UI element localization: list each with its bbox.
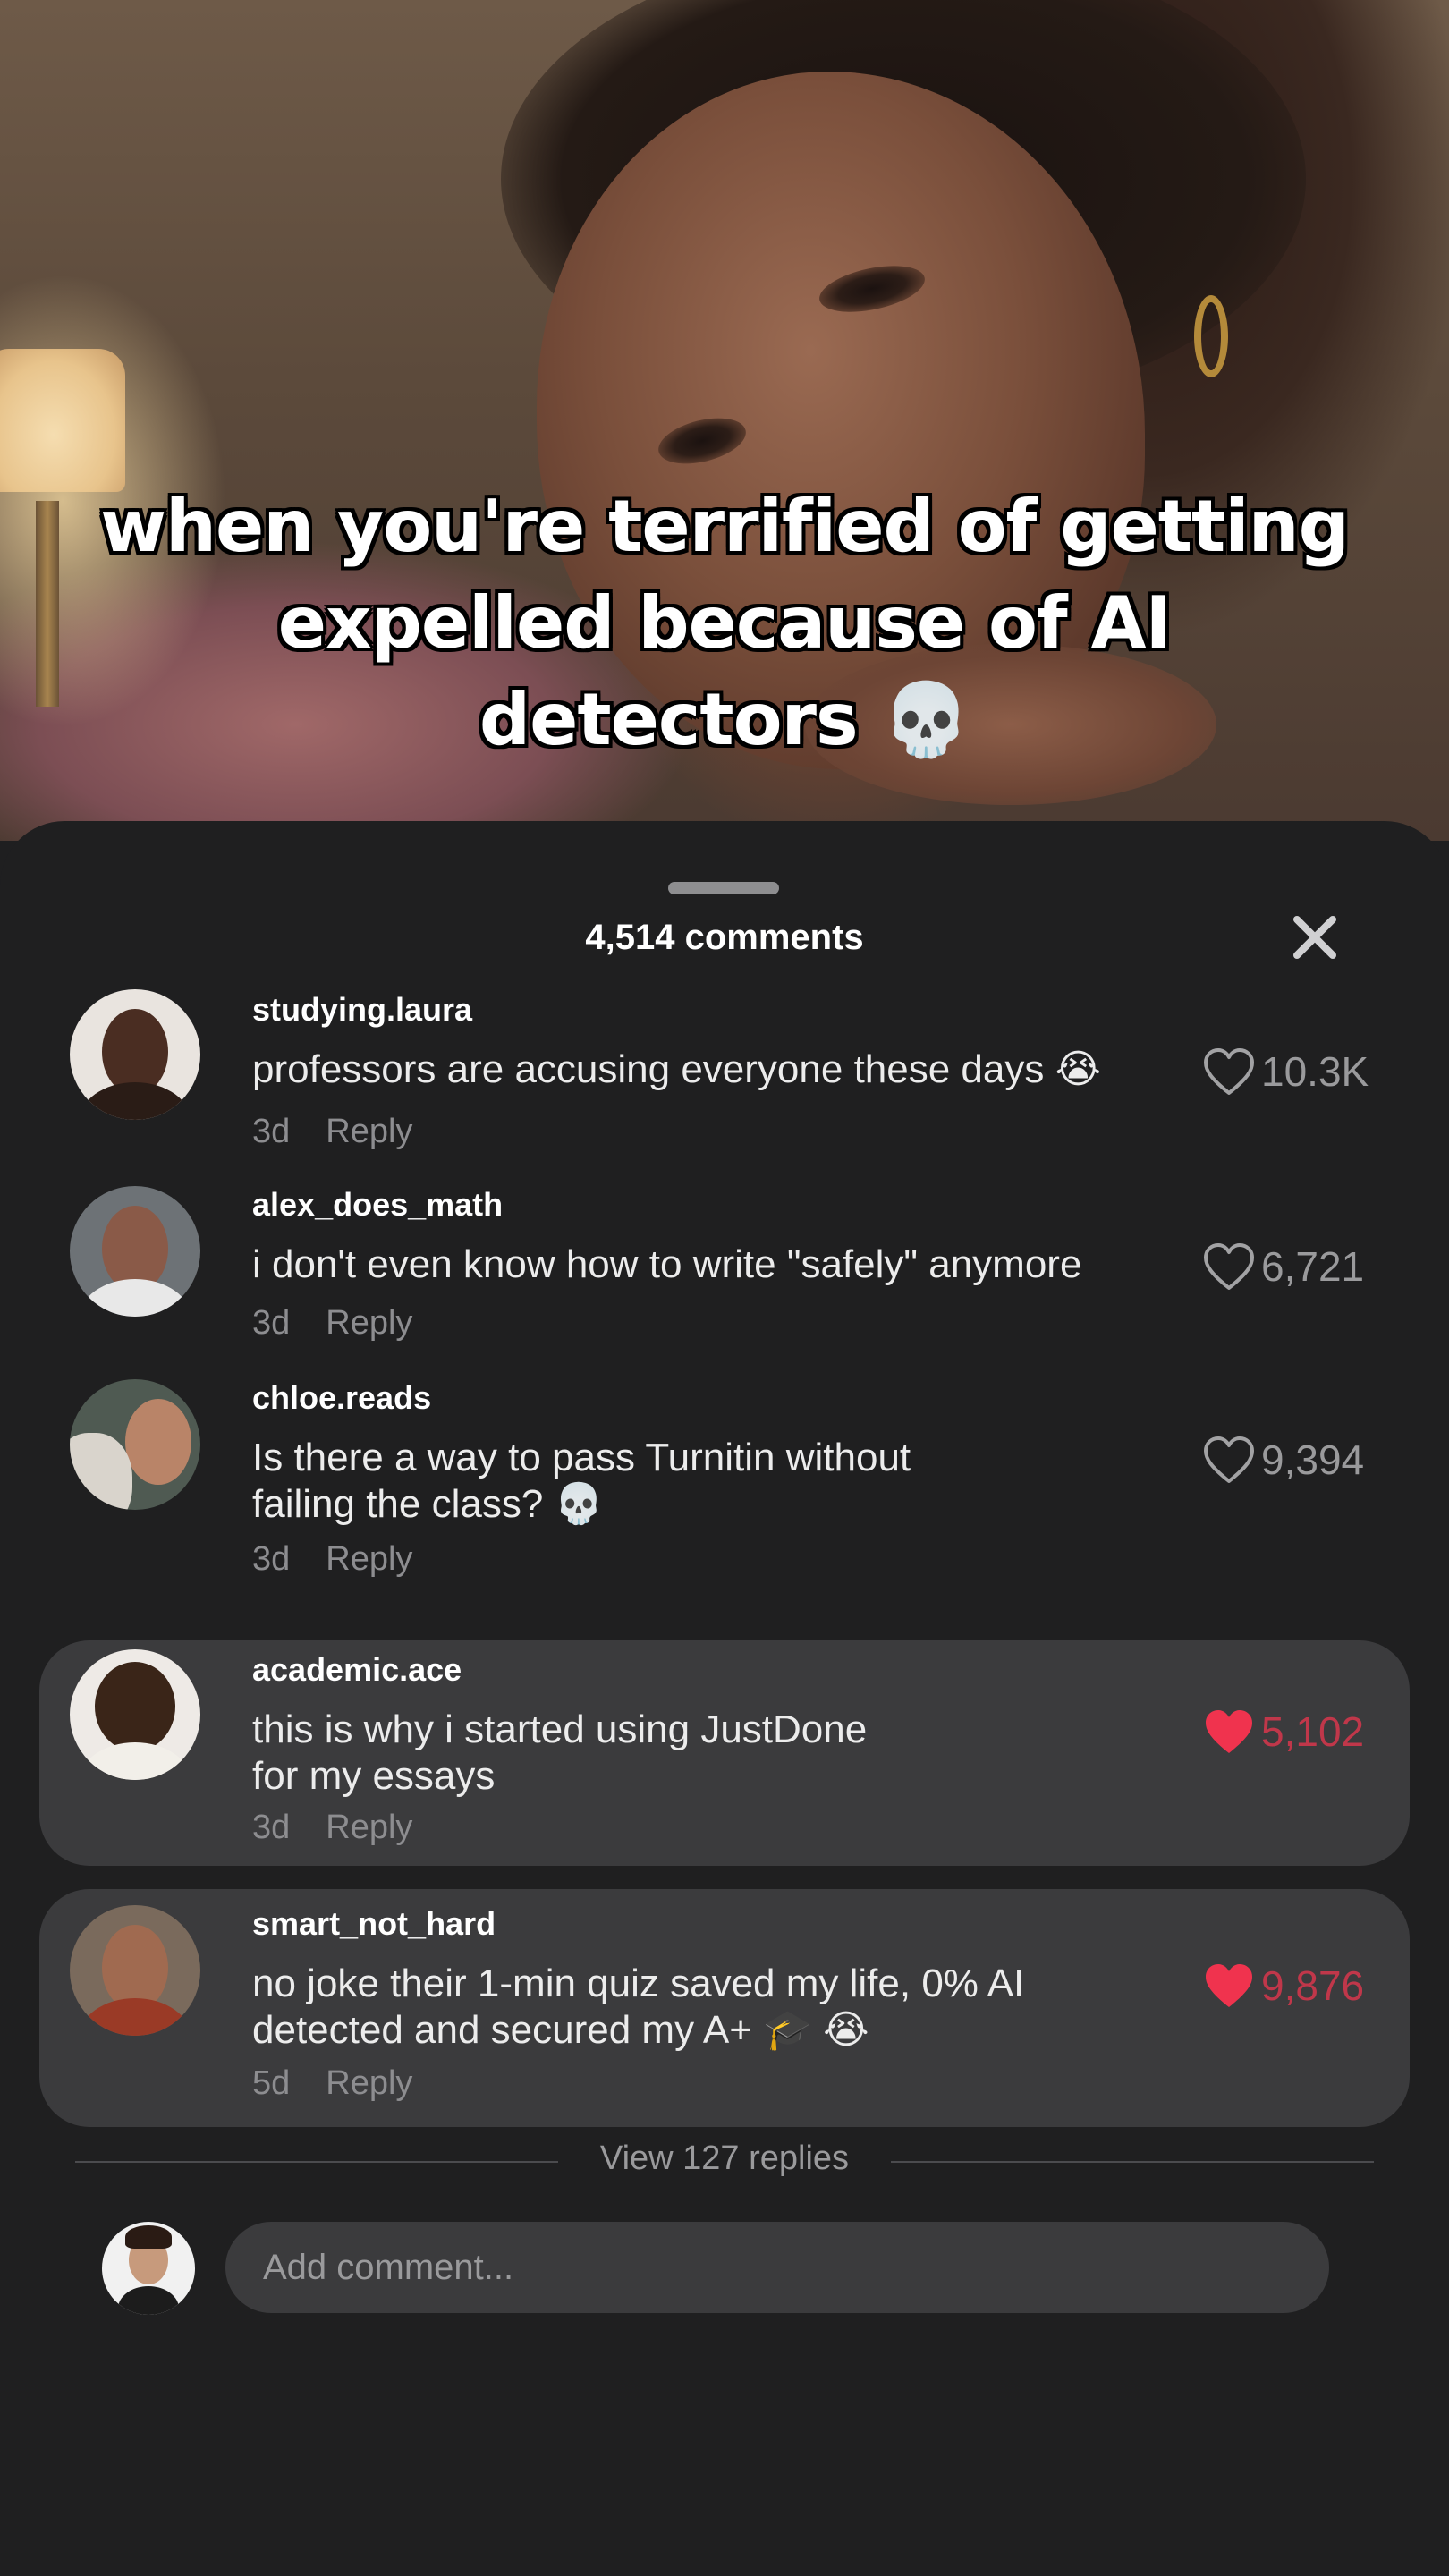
comment-item: alex_does_math i don't even know how to … bbox=[0, 1179, 1449, 1358]
reply-button[interactable]: Reply bbox=[326, 1540, 412, 1578]
add-comment-input[interactable] bbox=[225, 2222, 1329, 2313]
reply-button[interactable]: Reply bbox=[326, 1304, 412, 1342]
like-count: 9,876 bbox=[1261, 1962, 1365, 2009]
comment-item-highlighted: smart_not_hard no joke their 1-min quiz … bbox=[39, 1889, 1410, 2127]
skull-emoji: 💀 bbox=[881, 678, 970, 761]
lamp-shade bbox=[0, 349, 125, 492]
comment-time: 3d bbox=[252, 1809, 291, 1846]
earring-shape bbox=[1194, 295, 1228, 377]
reply-button[interactable]: Reply bbox=[326, 1809, 412, 1846]
like-button[interactable]: 9,394 bbox=[1202, 1435, 1364, 1485]
avatar[interactable] bbox=[70, 1649, 200, 1780]
avatar[interactable] bbox=[70, 1186, 200, 1317]
caption-line-2: expelled because of AI bbox=[277, 581, 1173, 665]
comment-text: Is there a way to pass Turnitin without … bbox=[252, 1435, 1165, 1528]
comment-item: studying.laura professors are accusing e… bbox=[0, 984, 1449, 1163]
comment-username[interactable]: alex_does_math bbox=[252, 1186, 503, 1224]
video-caption: when you're terrified of getting expelle… bbox=[54, 479, 1395, 768]
heart-outline-icon bbox=[1204, 1243, 1254, 1290]
comment-meta: 3d Reply bbox=[252, 1809, 412, 1847]
comment-text: professors are accusing everyone these d… bbox=[252, 1047, 1102, 1091]
comment-text: i don't even know how to write "safely" … bbox=[252, 1242, 1082, 1286]
comment-meta: 3d Reply bbox=[252, 1304, 412, 1343]
caption-line-3-text: detectors bbox=[479, 678, 859, 761]
caption-line-1: when you're terrified of getting bbox=[100, 485, 1350, 568]
comment-item-highlighted: academic.ace this is why i started using… bbox=[39, 1640, 1410, 1866]
comment-time: 3d bbox=[252, 1304, 291, 1342]
like-button[interactable]: 5,102 bbox=[1202, 1707, 1364, 1757]
comment-item: chloe.reads Is there a way to pass Turni… bbox=[0, 1372, 1449, 1587]
drag-handle[interactable] bbox=[668, 882, 779, 894]
avatar[interactable] bbox=[70, 989, 200, 1120]
like-count: 10.3K bbox=[1261, 1048, 1369, 1095]
comment-username[interactable]: studying.laura bbox=[252, 991, 472, 1029]
like-count: 6,721 bbox=[1261, 1243, 1365, 1290]
comments-count-title: 4,514 comments bbox=[585, 918, 864, 957]
comment-username[interactable]: academic.ace bbox=[252, 1651, 462, 1689]
view-replies-button[interactable]: View 127 replies bbox=[0, 2140, 1449, 2178]
caption-line-3: detectors 💀 bbox=[54, 672, 1395, 768]
comment-username[interactable]: smart_not_hard bbox=[252, 1905, 496, 1943]
comment-text-line-1: no joke their 1-min quiz saved my life, … bbox=[252, 1962, 1025, 2005]
like-button[interactable]: 9,876 bbox=[1202, 1961, 1364, 2011]
close-button[interactable] bbox=[1288, 911, 1342, 964]
heart-outline-icon bbox=[1204, 1048, 1254, 1095]
heart-filled-icon bbox=[1206, 1964, 1252, 2007]
comment-text-line-1: this is why i started using JustDone bbox=[252, 1707, 868, 1751]
comment-text-line-2: detected and secured my A+ 🎓 😭 bbox=[252, 2008, 869, 2052]
like-button[interactable]: 6,721 bbox=[1202, 1241, 1364, 1292]
like-count: 9,394 bbox=[1261, 1436, 1365, 1483]
avatar[interactable] bbox=[70, 1379, 200, 1510]
comment-text: this is why i started using JustDone for… bbox=[252, 1707, 1147, 1800]
reply-button[interactable]: Reply bbox=[326, 1113, 412, 1150]
reply-button[interactable]: Reply bbox=[326, 2064, 412, 2102]
comment-text-line-2: for my essays bbox=[252, 1754, 496, 1798]
avatar[interactable] bbox=[70, 1905, 200, 2036]
heart-outline-icon bbox=[1204, 1436, 1254, 1483]
comment-text: no joke their 1-min quiz saved my life, … bbox=[252, 1961, 1182, 2054]
like-count: 5,102 bbox=[1261, 1708, 1365, 1755]
close-icon bbox=[1293, 916, 1336, 959]
comment-text-line-1: Is there a way to pass Turnitin without bbox=[252, 1436, 911, 1479]
comment-time: 5d bbox=[252, 2064, 291, 2102]
comment-time: 3d bbox=[252, 1113, 291, 1150]
comment-text-line-2: failing the class? 💀 bbox=[252, 1482, 604, 1526]
like-button[interactable]: 10.3K bbox=[1202, 1046, 1368, 1097]
heart-filled-icon bbox=[1206, 1710, 1252, 1753]
current-user-avatar bbox=[102, 2222, 195, 2315]
comment-username[interactable]: chloe.reads bbox=[252, 1379, 431, 1417]
comment-time: 3d bbox=[252, 1540, 291, 1578]
comment-meta: 5d Reply bbox=[252, 2064, 412, 2103]
video-background[interactable]: when you're terrified of getting expelle… bbox=[0, 0, 1449, 841]
comment-meta: 3d Reply bbox=[252, 1540, 412, 1579]
comment-meta: 3d Reply bbox=[252, 1113, 412, 1151]
